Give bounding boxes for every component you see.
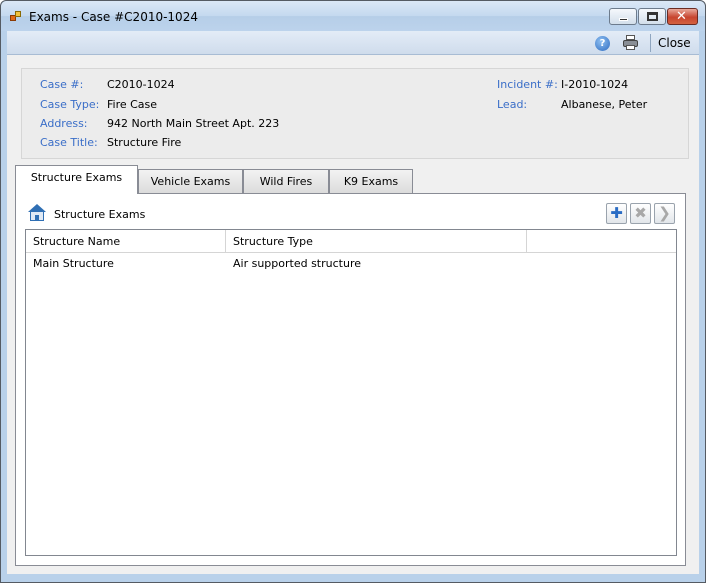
column-header-empty[interactable] (527, 230, 676, 253)
next-button[interactable]: ❯ (654, 203, 675, 224)
tab-k9-exams[interactable]: K9 Exams (329, 169, 413, 193)
grid-header: Structure Name Structure Type (26, 230, 676, 253)
window-title: Exams - Case #C2010-1024 (29, 10, 198, 24)
case-number-label: Case #: (40, 78, 84, 91)
incident-value: I-2010-1024 (561, 78, 629, 91)
maximize-button[interactable] (638, 8, 666, 25)
add-icon: ✚ (610, 204, 623, 222)
app-icon (10, 11, 22, 22)
exams-window: Exams - Case #C2010-1024 ✕ ? Close Case … (0, 0, 706, 583)
address-value: 942 North Main Street Apt. 223 (107, 117, 280, 130)
close-icon: ✕ (676, 9, 687, 24)
close-window-button[interactable]: ✕ (667, 8, 698, 25)
tab-wild-fires[interactable]: Wild Fires (243, 169, 329, 193)
maximize-icon (647, 12, 658, 21)
structures-grid[interactable]: Structure Name Structure Type Main Struc… (25, 229, 677, 556)
column-header-structure-name[interactable]: Structure Name (26, 230, 226, 253)
add-button[interactable]: ✚ (606, 203, 627, 224)
lead-value: Albanese, Peter (561, 98, 648, 111)
delete-button[interactable]: ✖ (630, 203, 651, 224)
case-title-value: Structure Fire (107, 136, 182, 149)
tab-structure-exams[interactable]: Structure Exams (15, 165, 138, 194)
structure-exams-panel: Structure Exams ✚ ✖ ❯ Structure Name Str… (15, 193, 686, 566)
minimize-button[interactable] (609, 8, 637, 25)
table-row[interactable]: Main Structure Air supported structure (26, 254, 676, 274)
column-header-structure-type[interactable]: Structure Type (226, 230, 527, 253)
incident-label: Incident #: (497, 78, 558, 91)
title-bar[interactable]: Exams - Case #C2010-1024 ✕ (1, 1, 705, 31)
next-icon: ❯ (658, 204, 671, 222)
case-title-label: Case Title: (40, 136, 98, 149)
tab-vehicle-exams[interactable]: Vehicle Exams (138, 169, 243, 193)
close-button[interactable]: Close (658, 36, 691, 50)
structure-name-cell: Main Structure (33, 257, 114, 270)
structure-type-cell: Air supported structure (233, 257, 361, 270)
house-icon (27, 204, 47, 222)
case-type-label: Case Type: (40, 98, 100, 111)
section-title: Structure Exams (54, 208, 146, 221)
toolbar-divider (650, 34, 651, 52)
print-icon[interactable] (623, 35, 638, 50)
minimize-icon (619, 18, 628, 21)
content-area: Case #: C2010-1024 Case Type: Fire Case … (7, 55, 699, 574)
toolbar: ? Close (7, 31, 699, 55)
delete-icon: ✖ (634, 204, 647, 222)
help-icon[interactable]: ? (595, 36, 610, 51)
address-label: Address: (40, 117, 88, 130)
case-info-panel: Case #: C2010-1024 Case Type: Fire Case … (21, 68, 689, 159)
lead-label: Lead: (497, 98, 528, 111)
case-type-value: Fire Case (107, 98, 158, 111)
case-number-value: C2010-1024 (107, 78, 175, 91)
